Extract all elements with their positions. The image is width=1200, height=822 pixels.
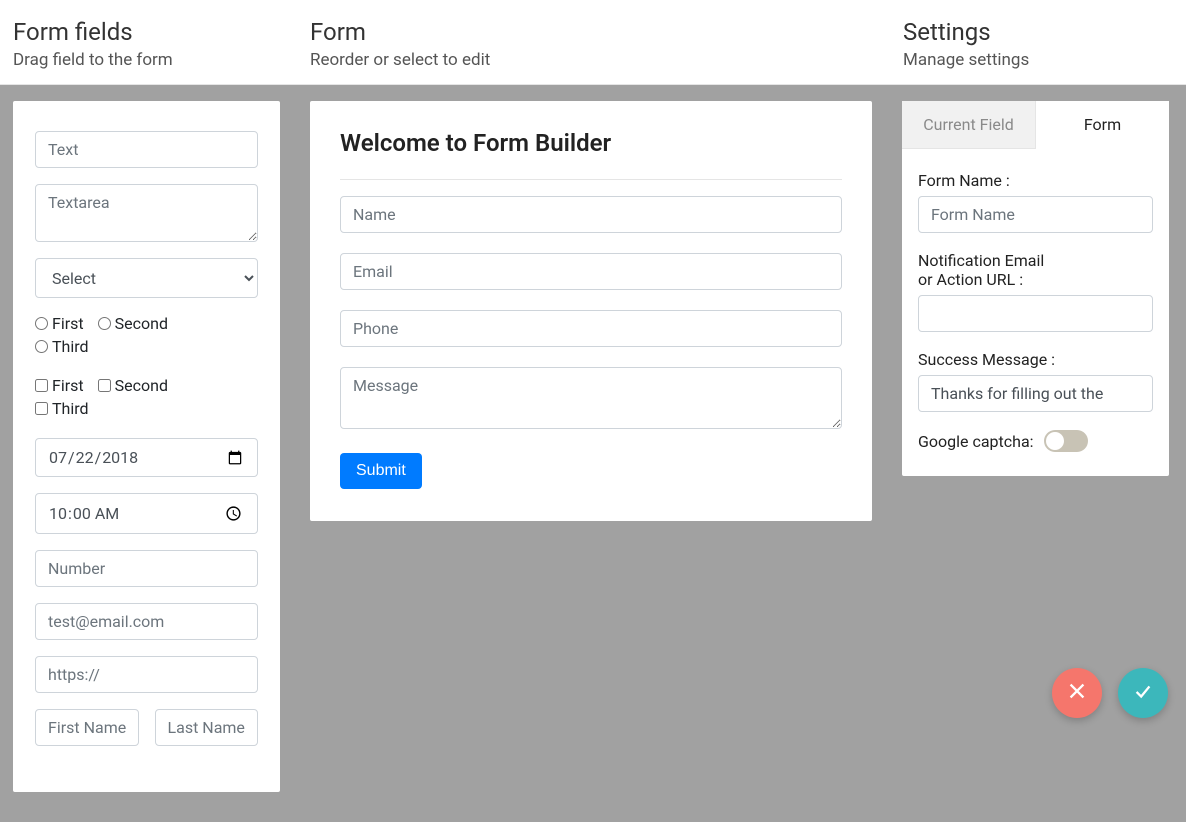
form-field-email[interactable] (340, 253, 842, 290)
captcha-row: Google captcha: (918, 430, 1153, 452)
tab-current-field[interactable]: Current Field (902, 101, 1036, 149)
header-fields-subtitle: Drag field to the form (13, 50, 290, 70)
form-name-input[interactable] (918, 196, 1153, 233)
palette-radio-item[interactable]: Second (98, 314, 168, 333)
palette-select[interactable]: Select (35, 258, 258, 298)
check-icon (1132, 680, 1154, 706)
form-title: Welcome to Form Builder (340, 129, 842, 157)
header-fields-title: Form fields (13, 18, 290, 46)
radio-first[interactable] (35, 317, 48, 330)
cancel-fab[interactable] (1052, 668, 1102, 718)
palette-name-split (35, 709, 258, 746)
field-palette: Select First Second Third First Second T… (13, 101, 280, 792)
header-settings-title: Settings (903, 18, 1153, 46)
form-field-phone[interactable] (340, 310, 842, 347)
success-message-label: Success Message : (918, 350, 1153, 369)
palette-radios: First Second Third (35, 314, 258, 360)
settings-body: Form Name : Notification Email or Action… (902, 149, 1169, 476)
palette-radio-item[interactable]: Third (35, 337, 89, 356)
header-col-fields: Form fields Drag field to the form (13, 18, 310, 70)
divider (340, 179, 842, 180)
header-form-subtitle: Reorder or select to edit (310, 50, 883, 70)
settings-tabs: Current Field Form (902, 101, 1169, 149)
palette-first-name[interactable] (35, 709, 139, 746)
header-settings-subtitle: Manage settings (903, 50, 1153, 70)
confirm-fab[interactable] (1118, 668, 1168, 718)
palette-radio-item[interactable]: First (35, 314, 84, 333)
palette-last-name[interactable] (155, 709, 259, 746)
close-icon (1066, 680, 1088, 706)
header: Form fields Drag field to the form Form … (0, 0, 1186, 85)
toggle-knob (1046, 432, 1064, 450)
form-canvas: Welcome to Form Builder Submit (310, 101, 872, 521)
palette-check-item[interactable]: First (35, 376, 84, 395)
palette-checks: First Second Third (35, 376, 258, 422)
radio-second[interactable] (98, 317, 111, 330)
captcha-label: Google captcha: (918, 432, 1034, 451)
palette-date-input[interactable] (35, 438, 258, 477)
form-field-name[interactable] (340, 196, 842, 233)
header-col-form: Form Reorder or select to edit (310, 18, 903, 70)
palette-number-input[interactable] (35, 550, 258, 587)
app-root: Form fields Drag field to the form Form … (0, 0, 1186, 822)
settings-panel: Current Field Form Form Name : Notificat… (902, 101, 1169, 476)
palette-text-input[interactable] (35, 131, 258, 168)
palette-url-input[interactable] (35, 656, 258, 693)
header-col-settings: Settings Manage settings (903, 18, 1173, 70)
check-second[interactable] (98, 379, 111, 392)
captcha-toggle[interactable] (1044, 430, 1088, 452)
radio-third[interactable] (35, 340, 48, 353)
success-message-input[interactable] (918, 375, 1153, 412)
fab-container (1052, 668, 1168, 718)
palette-time-input[interactable] (35, 493, 258, 534)
form-field-message[interactable] (340, 367, 842, 429)
notification-label: Notification Email or Action URL : (918, 251, 1153, 289)
form-name-label: Form Name : (918, 171, 1153, 190)
check-third[interactable] (35, 402, 48, 415)
submit-button[interactable]: Submit (340, 453, 422, 489)
check-first[interactable] (35, 379, 48, 392)
tab-form[interactable]: Form (1036, 101, 1169, 149)
palette-textarea[interactable] (35, 184, 258, 242)
notification-input[interactable] (918, 295, 1153, 332)
main: Select First Second Third First Second T… (0, 85, 1186, 822)
header-form-title: Form (310, 18, 883, 46)
palette-check-item[interactable]: Third (35, 399, 89, 418)
palette-check-item[interactable]: Second (98, 376, 168, 395)
palette-email-input[interactable] (35, 603, 258, 640)
